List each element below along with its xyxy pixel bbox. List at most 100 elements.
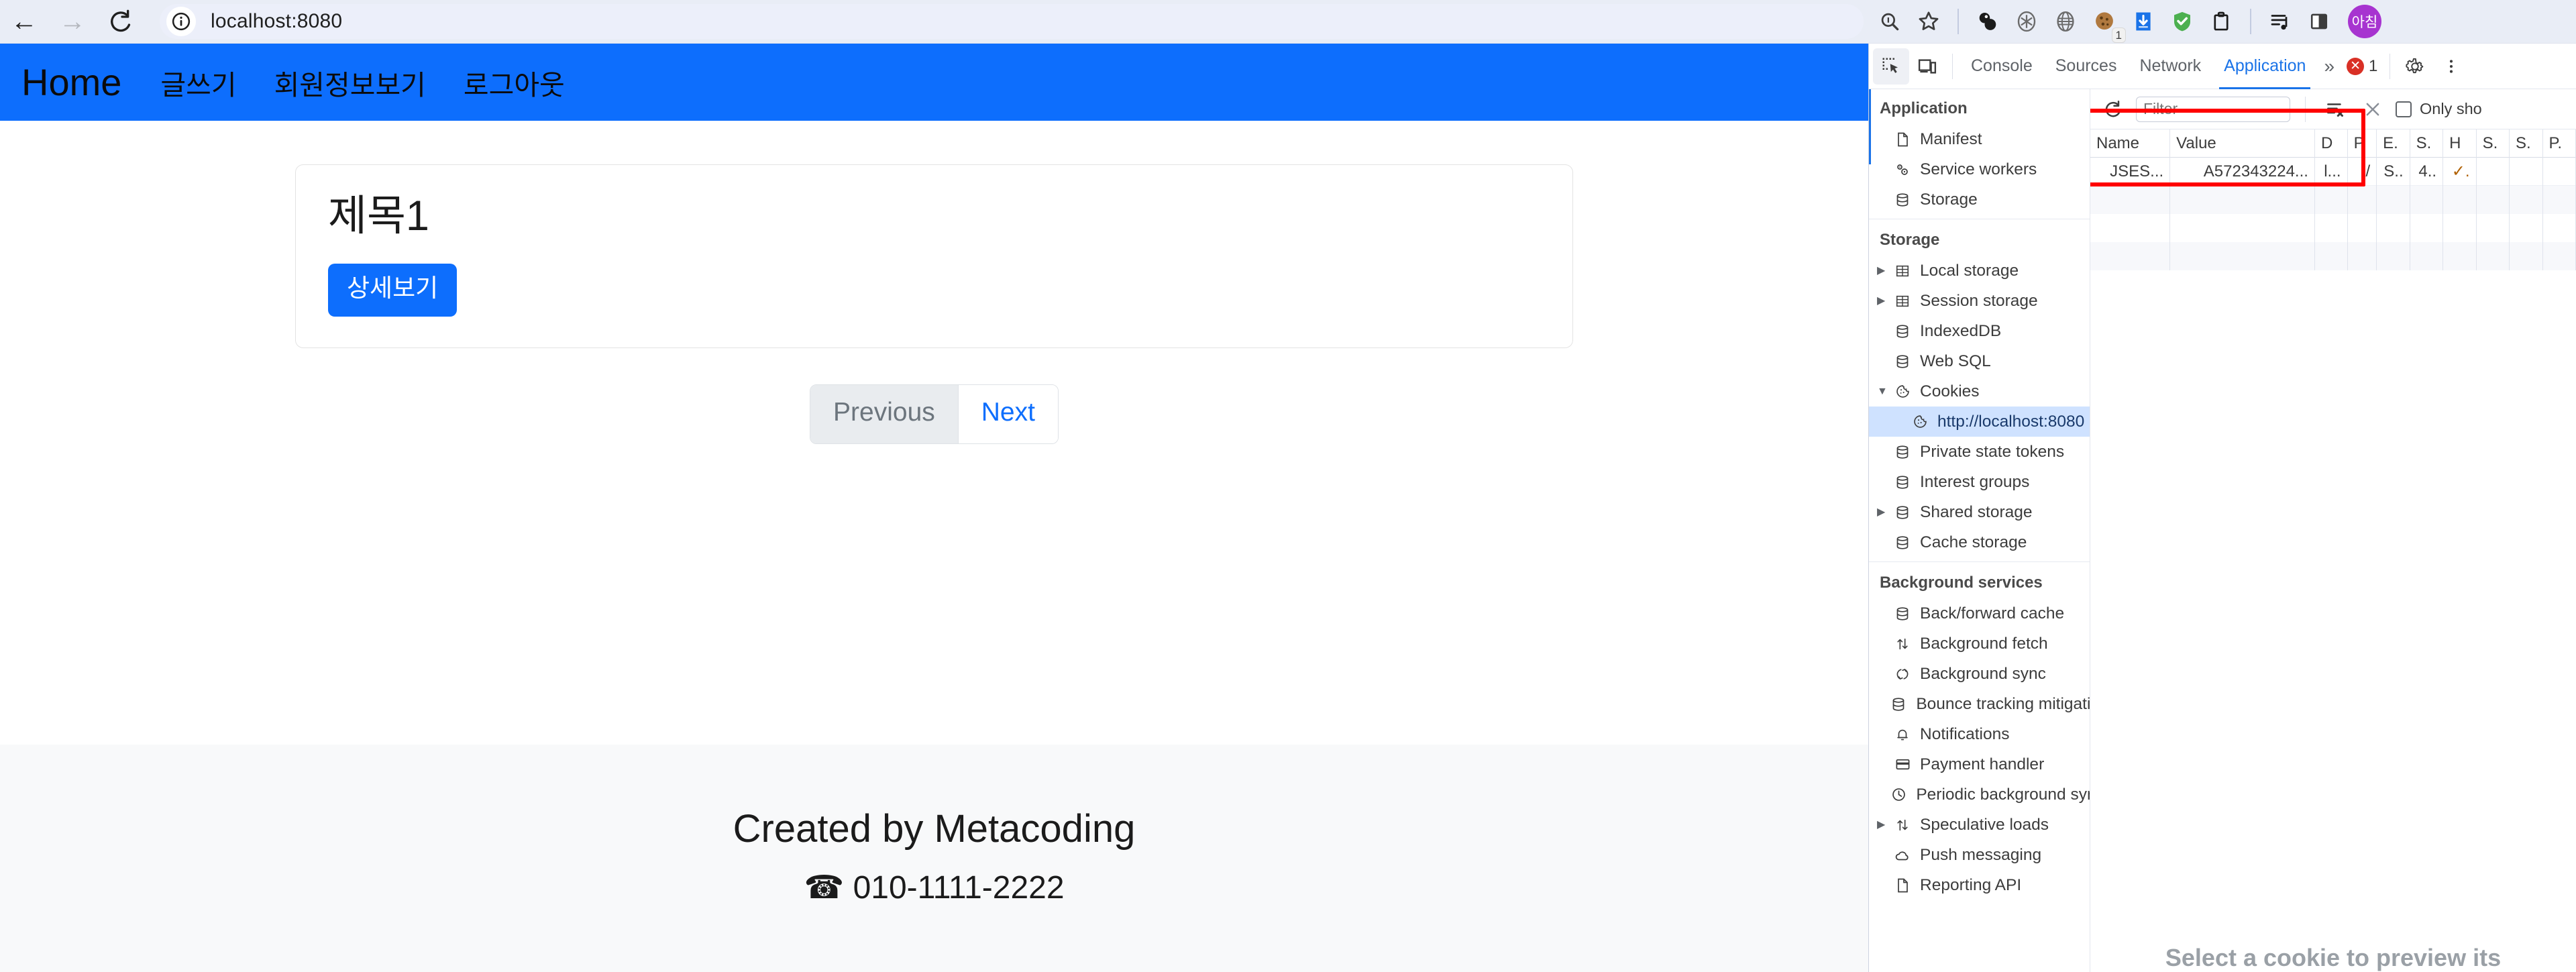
sidebar-item-cookie-origin[interactable]: http://localhost:8080 xyxy=(1869,407,2090,437)
column-header-value[interactable]: Value xyxy=(2170,129,2315,158)
post-title: 제목1 xyxy=(328,193,429,239)
sidebar-item-push-messaging[interactable]: ▶ Push messaging xyxy=(1869,840,2090,870)
sidebar-item-payment-handler[interactable]: ▶ Payment handler xyxy=(1869,749,2090,779)
sidebar-item-storage[interactable]: ▶ Storage xyxy=(1869,184,2090,215)
sidebar-item-indexeddb[interactable]: ▶ IndexedDB xyxy=(1869,316,2090,346)
extension-download-blue-icon[interactable] xyxy=(2124,2,2163,41)
sidebar-item-bounce-tracking-mitigations[interactable]: ▶ Bounce tracking mitigatio xyxy=(1869,689,2090,719)
tab-application[interactable]: Application xyxy=(2212,44,2317,89)
cell-empty xyxy=(2510,186,2543,214)
table-row[interactable]: JSES... A572343224... l... / S.. 4.. ✓. xyxy=(2090,157,2576,186)
sidebar-item-manifest[interactable]: ▶ Manifest xyxy=(1869,124,2090,154)
extension-asterisk-icon[interactable] xyxy=(2007,2,2046,41)
cell-empty xyxy=(2315,242,2348,270)
error-count-label: 1 xyxy=(2369,56,2378,75)
browser-toolbar: ← → localhost:8080 1 아침 xyxy=(0,0,2576,44)
cell-samesite xyxy=(2510,157,2543,186)
column-header-path[interactable]: P. xyxy=(2348,129,2377,158)
forward-button[interactable]: → xyxy=(48,0,97,46)
gears-icon xyxy=(1892,162,1913,178)
tab-console[interactable]: Console xyxy=(1960,44,2044,89)
column-header-secure[interactable]: S. xyxy=(2477,129,2510,158)
tab-sources[interactable]: Sources xyxy=(2044,44,2129,89)
error-count-indicator[interactable]: ✕ 1 xyxy=(2341,57,2383,76)
nav-link-member-info[interactable]: 회원정보보기 xyxy=(274,62,426,103)
column-header-expires[interactable]: E. xyxy=(2377,129,2410,158)
sidebar-item-private-state-tokens[interactable]: ▶ Private state tokens xyxy=(1869,437,2090,467)
clear-filtered-cookies-icon[interactable] xyxy=(2320,96,2350,123)
post-card: 제목1 상세보기 xyxy=(295,164,1573,348)
extension-shield-green-icon[interactable] xyxy=(2163,2,2202,41)
cell-empty xyxy=(2510,214,2543,242)
cookie-pane: Only sho Name Value D P. E. S. H S. S. P… xyxy=(2090,89,2576,972)
more-tabs-icon[interactable]: » xyxy=(2317,56,2341,77)
sidebar-item-periodic-background-sync[interactable]: ▶ Periodic background sync xyxy=(1869,779,2090,810)
sidebar-item-local-storage[interactable]: ▶ Local storage xyxy=(1869,256,2090,286)
address-bar-url[interactable]: localhost:8080 xyxy=(211,10,342,33)
cell-empty xyxy=(2315,186,2348,214)
sidebar-item-speculative-loads[interactable]: ▶ Speculative loads xyxy=(1869,810,2090,840)
nav-link-logout[interactable]: 로그아웃 xyxy=(464,62,565,103)
clear-all-cookies-icon[interactable] xyxy=(2358,96,2387,123)
reload-button[interactable] xyxy=(97,0,145,46)
pagination-next-button[interactable]: Next xyxy=(957,384,1058,443)
column-header-name[interactable]: Name xyxy=(2090,129,2171,158)
chevron-right-icon[interactable]: ▶ xyxy=(1877,819,1889,830)
site-information-button[interactable] xyxy=(166,7,196,36)
nav-link-write[interactable]: 글쓰기 xyxy=(160,62,236,103)
sidebar-item-cache-storage[interactable]: ▶ Cache storage xyxy=(1869,527,2090,557)
sidebar-item-shared-storage[interactable]: ▶ Shared storage xyxy=(1869,497,2090,527)
back-button[interactable]: ← xyxy=(0,0,48,46)
column-header-size[interactable]: S. xyxy=(2410,129,2444,158)
extension-clipboard-icon[interactable] xyxy=(2202,2,2241,41)
address-bar[interactable]: localhost:8080 xyxy=(160,4,1864,39)
toolbar-divider-2 xyxy=(2250,9,2251,34)
chevron-right-icon[interactable]: ▶ xyxy=(1877,265,1889,276)
gear-icon[interactable] xyxy=(2397,48,2433,85)
bell-icon xyxy=(1892,727,1913,742)
column-header-samesite[interactable]: S. xyxy=(2510,129,2543,158)
column-header-priority[interactable]: P. xyxy=(2543,129,2576,158)
avatar[interactable]: 아침 xyxy=(2348,5,2381,38)
kebab-menu-icon[interactable] xyxy=(2433,48,2469,85)
document-icon xyxy=(1892,877,1913,894)
sidebar-item-back-forward-cache[interactable]: ▶ Back/forward cache xyxy=(1869,598,2090,629)
inspect-element-icon[interactable] xyxy=(1873,48,1909,85)
updown-arrows-icon xyxy=(1892,637,1913,651)
sidebar-item-web-sql[interactable]: ▶ Web SQL xyxy=(1869,346,2090,376)
sidebar-item-cookies[interactable]: ▼ Cookies xyxy=(1869,376,2090,407)
sidebar-item-session-storage[interactable]: ▶ Session storage xyxy=(1869,286,2090,316)
clock-icon xyxy=(1888,787,1909,802)
document-icon xyxy=(1892,131,1913,148)
chevron-down-icon[interactable]: ▼ xyxy=(1877,386,1889,397)
column-header-httponly[interactable]: H xyxy=(2443,129,2477,158)
bookmark-star-icon[interactable] xyxy=(1909,2,1948,41)
zoom-icon[interactable] xyxy=(1870,2,1909,41)
sidebar-item-service-workers[interactable]: ▶ Service workers xyxy=(1869,154,2090,184)
cell-value: A572343224... xyxy=(2170,157,2315,186)
extension-globe-icon[interactable] xyxy=(2046,2,2085,41)
chevron-right-icon[interactable]: ▶ xyxy=(1877,506,1889,518)
cookie-filter-input[interactable] xyxy=(2136,96,2290,122)
tab-network[interactable]: Network xyxy=(2128,44,2212,89)
cell-empty xyxy=(2410,242,2444,270)
column-header-domain[interactable]: D xyxy=(2315,129,2348,158)
extension-cookie-icon[interactable]: 1 xyxy=(2085,2,2125,42)
only-show-cookies-checkbox[interactable] xyxy=(2396,101,2412,117)
detail-view-button[interactable]: 상세보기 xyxy=(328,264,458,317)
sidebar-item-background-fetch[interactable]: ▶ Background fetch xyxy=(1869,629,2090,659)
sidebar-item-notifications[interactable]: ▶ Notifications xyxy=(1869,719,2090,749)
sidebar-item-reporting-api[interactable]: ▶ Reporting API xyxy=(1869,870,2090,900)
chevron-right-icon[interactable]: ▶ xyxy=(1877,295,1889,307)
cell-empty xyxy=(2477,242,2510,270)
refresh-icon[interactable] xyxy=(2098,96,2128,123)
extension-blackdots-icon[interactable] xyxy=(1968,2,2007,41)
brand-home-link[interactable]: Home xyxy=(21,60,121,104)
sidebar-item-background-sync[interactable]: ▶ Background sync xyxy=(1869,659,2090,689)
reading-list-icon[interactable] xyxy=(2261,2,2300,41)
pagination-previous-button[interactable]: Previous xyxy=(810,384,958,443)
device-toolbar-icon[interactable] xyxy=(1909,48,1945,85)
info-circle-icon xyxy=(172,12,191,31)
side-panel-icon[interactable] xyxy=(2300,2,2339,41)
sidebar-item-interest-groups[interactable]: ▶ Interest groups xyxy=(1869,467,2090,497)
